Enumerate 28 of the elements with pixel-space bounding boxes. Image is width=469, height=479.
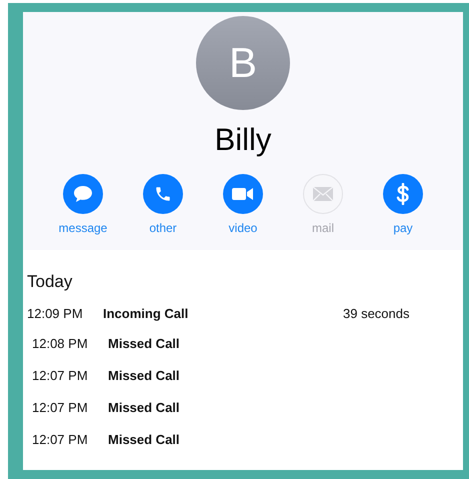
- call-time: 12:07 PM: [32, 400, 89, 414]
- message-button[interactable]: [63, 174, 103, 214]
- envelope-icon: [313, 187, 333, 201]
- call-time: 12:08 PM: [32, 336, 89, 350]
- call-duration: 39 seconds: [343, 306, 410, 320]
- call-type: Incoming Call: [103, 306, 190, 320]
- call-type: Missed Call: [108, 336, 181, 350]
- action-label: video: [228, 221, 258, 235]
- action-label: other: [149, 221, 177, 235]
- avatar-initial: B: [228, 39, 257, 87]
- call-type: Missed Call: [108, 400, 181, 414]
- call-time: 12:07 PM: [32, 432, 89, 446]
- contact-name: Billy: [214, 122, 272, 158]
- dollar-icon: [396, 183, 410, 205]
- phone-button[interactable]: [143, 174, 183, 214]
- call-time: 12:09 PM: [27, 306, 84, 320]
- action-label: mail: [312, 221, 334, 235]
- call-type: Missed Call: [108, 368, 181, 382]
- call-type: Missed Call: [108, 432, 181, 446]
- action-label: pay: [393, 221, 413, 235]
- call-time: 12:07 PM: [32, 368, 89, 382]
- video-button[interactable]: [223, 174, 263, 214]
- video-camera-icon: [232, 187, 254, 201]
- action-label: message: [58, 221, 108, 235]
- pay-button[interactable]: [383, 174, 423, 214]
- phone-icon: [154, 185, 172, 203]
- speech-bubble-icon: [73, 185, 93, 203]
- section-heading: Today: [27, 272, 74, 292]
